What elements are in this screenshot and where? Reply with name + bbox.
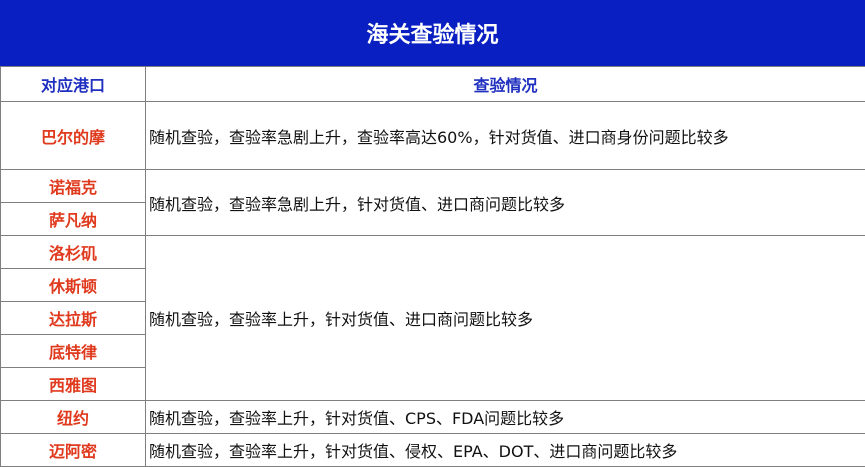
port-cell: 达拉斯 xyxy=(0,301,146,335)
sheet-title: 海关查验情况 xyxy=(0,0,865,66)
header-status: 查验情况 xyxy=(145,66,865,102)
desc-cell: 随机查验，查验率急剧上升，针对货值、进口商问题比较多 xyxy=(145,169,865,236)
port-cell: 纽约 xyxy=(0,400,146,434)
port-cell: 巴尔的摩 xyxy=(0,101,146,170)
port-cell: 西雅图 xyxy=(0,367,146,401)
table-row: 迈阿密 随机查验，查验率上升，针对货值、侵权、EPA、DOT、进口商问题比较多 xyxy=(0,433,865,467)
header-port: 对应港口 xyxy=(0,66,146,102)
port-cell: 洛杉矶 xyxy=(0,235,146,269)
desc-cell: 随机查验，查验率上升，针对货值、进口商问题比较多 xyxy=(145,235,865,401)
table-row: 纽约 随机查验，查验率上升，针对货值、CPS、FDA问题比较多 xyxy=(0,400,865,434)
header-row: 对应港口 查验情况 xyxy=(0,66,865,102)
table-row: 诺福克 随机查验，查验率急剧上升，针对货值、进口商问题比较多 xyxy=(0,169,865,236)
desc-cell: 随机查验，查验率上升，针对货值、CPS、FDA问题比较多 xyxy=(145,400,865,434)
port-cell: 诺福克 xyxy=(0,169,146,203)
inspection-table: 对应港口 查验情况 巴尔的摩 随机查验，查验率急剧上升，查验率高达60%，针对货… xyxy=(0,66,865,467)
desc-cell: 随机查验，查验率急剧上升，查验率高达60%，针对货值、进口商身份问题比较多 xyxy=(145,101,865,170)
inspection-sheet: 海关查验情况 对应港口 查验情况 巴尔的摩 随机查验，查验率急剧上升，查验率高达… xyxy=(0,0,865,467)
port-cell: 迈阿密 xyxy=(0,433,146,467)
port-cell: 休斯顿 xyxy=(0,268,146,302)
port-cell: 萨凡纳 xyxy=(0,202,146,236)
table-row: 巴尔的摩 随机查验，查验率急剧上升，查验率高达60%，针对货值、进口商身份问题比… xyxy=(0,101,865,170)
desc-cell: 随机查验，查验率上升，针对货值、侵权、EPA、DOT、进口商问题比较多 xyxy=(145,433,865,467)
table-row: 洛杉矶 随机查验，查验率上升，针对货值、进口商问题比较多 xyxy=(0,235,865,401)
port-cell: 底特律 xyxy=(0,334,146,368)
